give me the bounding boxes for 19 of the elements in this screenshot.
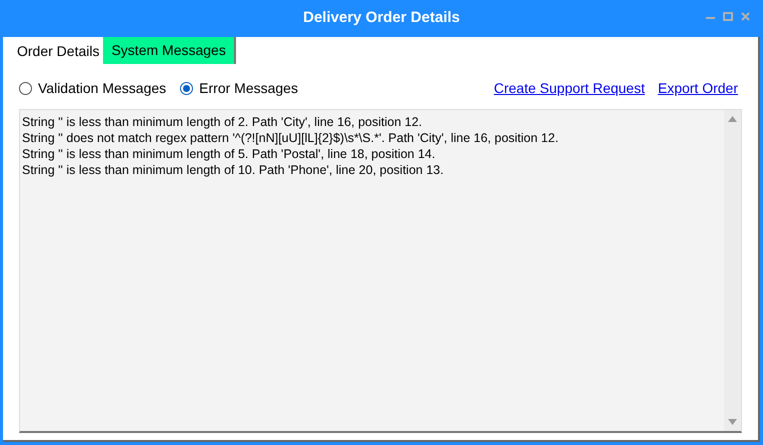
- scrollbar[interactable]: [724, 110, 741, 431]
- tab[interactable]: System Messages: [103, 37, 236, 64]
- message-line: String '' is less than minimum length of 2. Path 'City', line 16, position 12.: [22, 114, 424, 130]
- radio-option[interactable]: Error Messages: [180, 78, 298, 99]
- message-line: String '' does not match regex pattern '^(?![nN][uU][lL]{2}$)\s*\S.*'. Path 'City', line 16, position 12.: [22, 130, 560, 146]
- link[interactable]: Create Support Request: [494, 78, 645, 99]
- message-line: String '' is less than minimum length of 10. Path 'Phone', line 20, position 13.: [22, 162, 445, 178]
- window-title: Delivery Order Details: [303, 8, 460, 28]
- message-area[interactable]: [19, 109, 742, 433]
- radio-icon[interactable]: [180, 82, 194, 95]
- tab[interactable]: Order Details: [13, 39, 104, 64]
- maximize-icon[interactable]: [723, 12, 733, 21]
- radio-icon[interactable]: [19, 82, 32, 95]
- scroll-down-icon[interactable]: [728, 419, 737, 425]
- scroll-up-icon[interactable]: [728, 116, 737, 122]
- message-line: String '' is less than minimum length of 5. Path 'Postal', line 18, position 14.: [22, 146, 436, 162]
- close-icon[interactable]: [741, 12, 750, 21]
- link[interactable]: Export Order: [658, 78, 738, 99]
- radio-option[interactable]: Validation Messages: [19, 78, 166, 99]
